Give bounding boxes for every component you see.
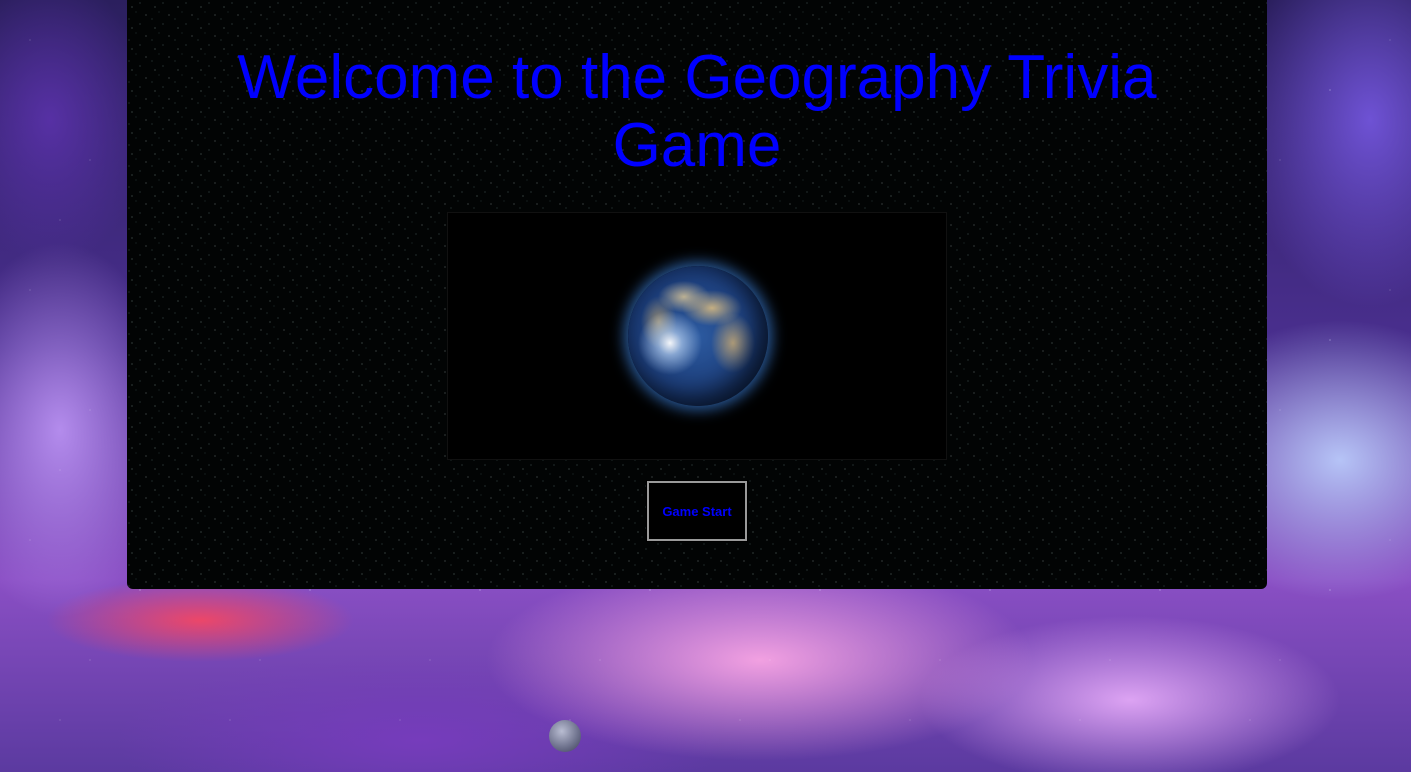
page-title: Welcome to the Geography Trivia Game [237,43,1157,180]
moon-icon [549,720,581,752]
earth-image [447,212,947,460]
game-start-button[interactable]: Game Start [646,480,748,542]
game-panel: Welcome to the Geography Trivia Game Gam… [127,0,1267,589]
earth-globe-icon [628,266,768,406]
